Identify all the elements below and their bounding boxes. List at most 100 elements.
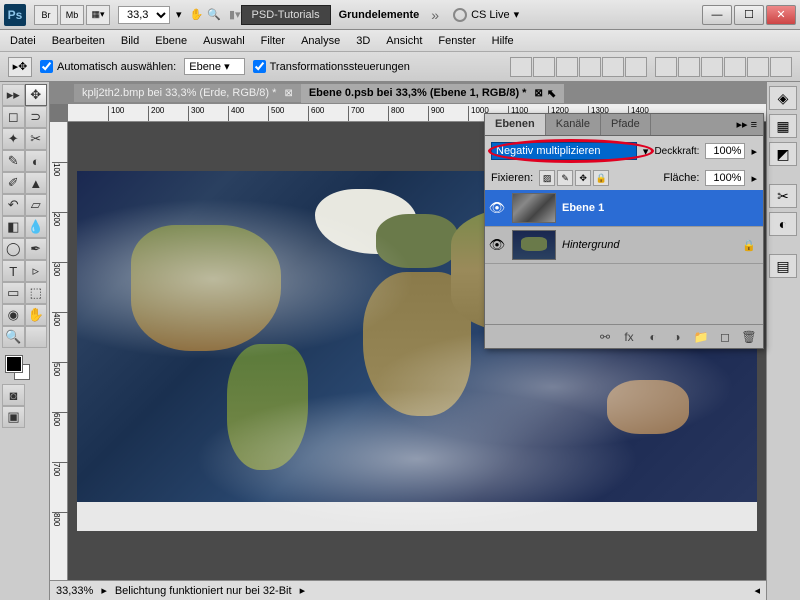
blur-tool[interactable]: 💧 [25,216,48,238]
menu-filter[interactable]: Filter [261,35,285,47]
layer-item[interactable]: 👁 Hintergrund 🔒 [485,227,763,264]
zoom-select[interactable]: 33,3 [118,6,170,24]
zoom-tool[interactable]: 🔍 [2,326,25,348]
lock-pos-icon[interactable]: ✥ [575,170,591,186]
swatches-panel-icon[interactable]: ▦ [769,114,797,138]
lasso-tool[interactable]: ⊃ [25,106,48,128]
trash-icon[interactable]: 🗑 [739,328,759,346]
lock-pixel-icon[interactable]: ✎ [557,170,573,186]
cslive-button[interactable]: CS Live ▾ [453,8,519,22]
crop-tool[interactable]: ✂ [25,128,48,150]
fill-arrow-icon[interactable]: ▸ [751,172,757,185]
auto-select-dropdown[interactable]: Ebene ▾ [184,58,244,75]
tab-pfade[interactable]: Pfade [601,114,651,135]
layer-thumbnail[interactable] [512,230,556,260]
layer-thumbnail[interactable] [512,193,556,223]
dist-top[interactable] [655,57,677,77]
arrange-button[interactable]: ▦▾ [86,5,110,25]
zoom-icon[interactable]: 🔍 [207,8,221,21]
layer-name[interactable]: Ebene 1 [562,202,760,214]
chevron-right-icon[interactable]: » [431,7,439,23]
align-hcenter[interactable] [602,57,624,77]
status-arrow2-icon[interactable]: ▸ [300,584,306,597]
menu-3d[interactable]: 3D [356,35,370,47]
color-swatches[interactable] [2,354,47,384]
marquee-tool[interactable]: ◻ [2,106,25,128]
dist-bottom[interactable] [701,57,723,77]
doc-tab-1[interactable]: kplj2th2.bmp bei 33,3% (Erde, RGB/8) *⊠ [74,84,301,102]
color-panel-icon[interactable]: ◈ [769,86,797,110]
blend-mode-dropdown[interactable]: Negativ multiplizieren [491,142,637,160]
menu-fenster[interactable]: Fenster [438,35,475,47]
doc-tab-2[interactable]: Ebene 0.psb bei 33,3% (Ebene 1, RGB/8) *… [301,84,564,103]
mask-icon[interactable]: ◐ [643,328,663,346]
new-layer-icon[interactable]: ◻ [715,328,735,346]
gradient-tool[interactable]: ◧ [2,216,25,238]
menu-auswahl[interactable]: Auswahl [203,35,245,47]
auto-select-checkbox[interactable]: Automatisch auswählen: [40,60,176,73]
zoom-down-icon[interactable]: ▾ [176,8,182,21]
menu-ebene[interactable]: Ebene [155,35,187,47]
dist-left[interactable] [724,57,746,77]
align-bottom[interactable] [556,57,578,77]
status-zoom[interactable]: 33,33% [56,585,93,597]
folder-icon[interactable]: 📁 [691,328,711,346]
align-left[interactable] [579,57,601,77]
pen-tool[interactable]: ✒ [25,238,48,260]
opacity-arrow-icon[interactable]: ▸ [751,145,757,158]
fx-icon[interactable]: fx [619,328,639,346]
dist-vcenter[interactable] [678,57,700,77]
quickmask-tool[interactable]: ◙ [2,384,25,406]
menu-datei[interactable]: Datei [10,35,36,47]
path-tool[interactable]: ▹ [25,260,48,282]
eyedropper-tool[interactable]: ✎ [2,150,25,172]
move-tool-indicator[interactable]: ▸✥ [8,57,32,77]
menu-analyse[interactable]: Analyse [301,35,340,47]
minimize-button[interactable]: — [702,5,732,25]
fg-swatch[interactable] [6,356,22,372]
scroll-left-icon[interactable]: ◂ [754,584,760,597]
tab-ebenen[interactable]: Ebenen [485,114,546,135]
dist-hcenter[interactable] [747,57,769,77]
adjust-panel-icon[interactable]: ✂ [769,184,797,208]
hand-icon[interactable]: ✋ [190,8,204,21]
type-tool[interactable]: T [2,260,25,282]
panel-menu-icon[interactable]: ▸▸ ≡ [730,114,763,135]
styles-panel-icon[interactable]: ◩ [769,142,797,166]
link-icon[interactable]: ⚯ [595,328,615,346]
menu-bearbeiten[interactable]: Bearbeiten [52,35,105,47]
visibility-icon[interactable]: 👁 [488,237,506,253]
stamp-tool[interactable]: ▲ [25,172,48,194]
menu-hilfe[interactable]: Hilfe [492,35,514,47]
maximize-button[interactable]: ☐ [734,5,764,25]
brush-tool[interactable]: ✐ [2,172,25,194]
visibility-icon[interactable]: 👁 [488,200,506,216]
lock-trans-icon[interactable]: ▨ [539,170,555,186]
menu-ansicht[interactable]: Ansicht [386,35,422,47]
minibridge-button[interactable]: Mb [60,5,84,25]
mask-panel-icon[interactable]: ◐ [769,212,797,236]
expand-icon[interactable]: ▸▸ [2,84,25,106]
align-right[interactable] [625,57,647,77]
layers-panel-icon[interactable]: ▤ [769,254,797,278]
close-tab-icon[interactable]: ⊠ [284,88,292,99]
opacity-input[interactable]: 100% [705,143,745,159]
tab-kanaele[interactable]: Kanäle [546,114,601,135]
workspace-button[interactable]: PSD-Tutorials [241,5,331,25]
lock-all-icon[interactable]: 🔒 [593,170,609,186]
3d-cam-tool[interactable]: ◉ [2,304,25,326]
hand-tool[interactable]: ✋ [25,304,48,326]
heal-tool[interactable]: ◐ [25,150,48,172]
dodge-tool[interactable]: ◯ [2,238,25,260]
move-tool[interactable]: ✥ [25,84,48,106]
menu-bild[interactable]: Bild [121,35,139,47]
close-button[interactable]: ✕ [766,5,796,25]
chevron-down-icon[interactable]: ▾ [643,145,649,158]
layer-name[interactable]: Hintergrund [562,239,736,251]
align-vcenter[interactable] [533,57,555,77]
eraser-tool[interactable]: ▱ [25,194,48,216]
layer-item[interactable]: 👁 Ebene 1 [485,190,763,227]
close-tab-icon[interactable]: ⊠ [534,88,542,99]
history-brush-tool[interactable]: ↶ [2,194,25,216]
status-arrow-icon[interactable]: ▸ [101,584,107,597]
